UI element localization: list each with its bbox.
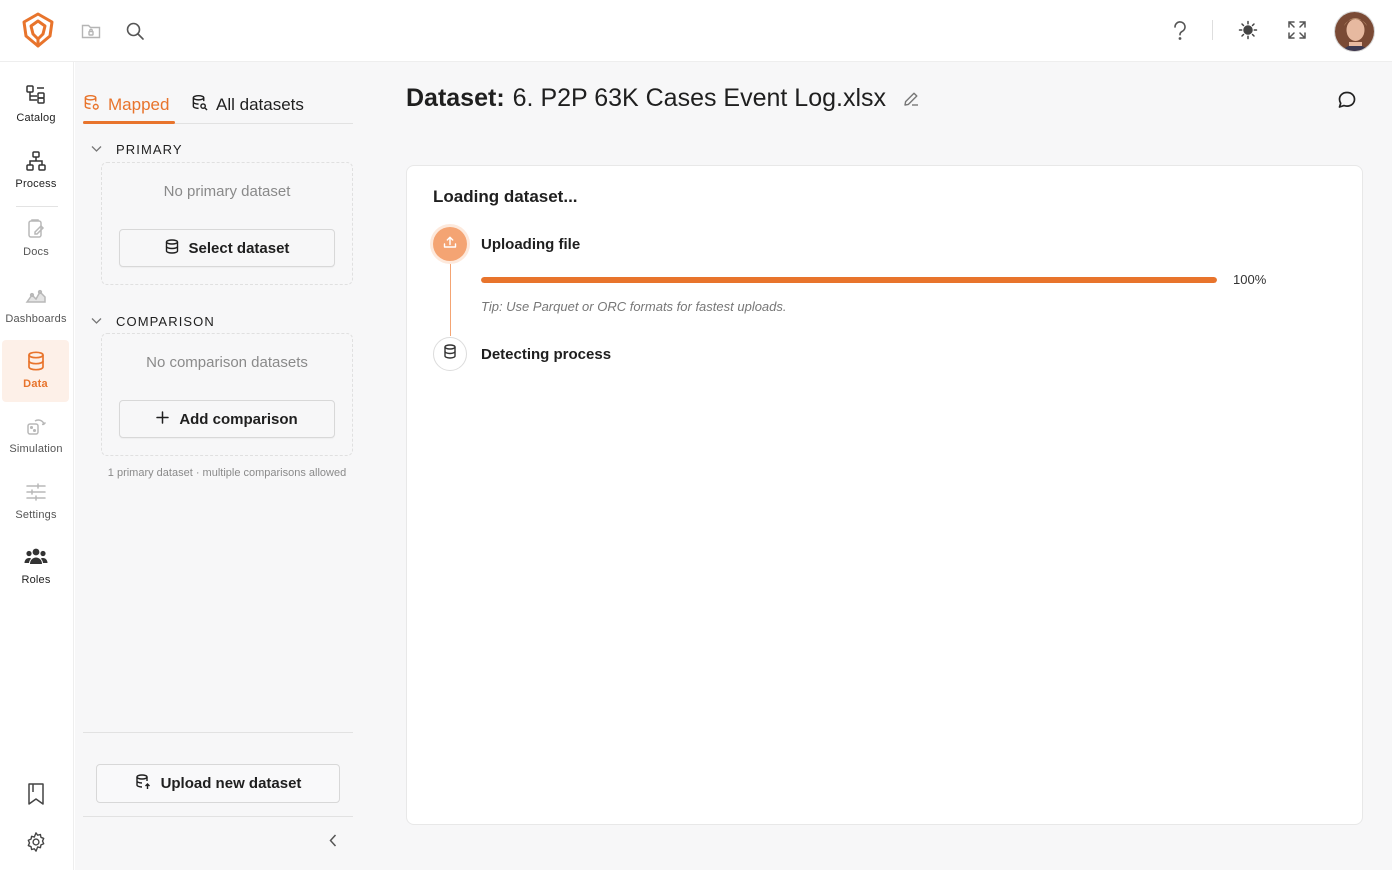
database-icon: [165, 238, 179, 258]
loading-title: Loading dataset...: [433, 187, 578, 206]
rail-label-process: Process: [15, 178, 57, 190]
rail-item-catalog[interactable]: Catalog: [0, 74, 72, 136]
chevron-down-icon: [91, 140, 102, 158]
upload-dataset-button[interactable]: Upload new dataset: [96, 764, 340, 803]
dataset-name: 6. P2P 63K Cases Event Log.xlsx: [512, 84, 887, 112]
bookmark-icon[interactable]: [0, 777, 72, 811]
comparison-section-toggle[interactable]: COMPARISON: [91, 312, 215, 330]
process-icon: [23, 148, 49, 174]
topbar-divider: [1212, 20, 1213, 40]
dataset-search-icon: [191, 94, 208, 116]
comparison-empty-text: No comparison datasets: [146, 354, 308, 371]
mapped-dataset-icon: [83, 94, 100, 116]
select-dataset-label: Select dataset: [188, 239, 290, 257]
rail-label-catalog: Catalog: [16, 112, 56, 124]
comparison-drop-zone: No comparison datasets Add comparison: [101, 333, 353, 456]
dataset-tabs: Mapped All datasets: [83, 86, 353, 124]
database-icon: [23, 348, 49, 374]
upload-dataset-label: Upload new dataset: [160, 775, 302, 792]
docs-icon: [23, 216, 49, 242]
rail-label-docs: Docs: [23, 246, 49, 258]
top-bar: [0, 0, 1392, 62]
chevron-down-icon: [91, 312, 102, 330]
chevron-left-icon: [329, 834, 337, 852]
database-icon: [443, 344, 457, 364]
rail-item-dashboards[interactable]: Dashboards: [0, 275, 72, 337]
left-rail: Catalog Process Docs Dashboards Data Sim…: [0, 62, 74, 870]
user-avatar[interactable]: [1334, 11, 1375, 52]
database-upload-icon: [135, 773, 151, 794]
upload-step-title: Uploading file: [481, 236, 581, 253]
title-label: Dataset:: [406, 84, 505, 112]
sliders-icon: [23, 479, 49, 505]
rail-item-data[interactable]: Data: [2, 340, 69, 402]
fullscreen-icon[interactable]: [1283, 16, 1311, 44]
rail-item-roles[interactable]: Roles: [0, 536, 72, 598]
page-title: Dataset: 6. P2P 63K Cases Event Log.xlsx: [406, 84, 922, 113]
catalog-icon: [23, 82, 49, 108]
upload-step-indicator: [433, 227, 467, 261]
primary-drop-zone: No primary dataset Select dataset: [101, 162, 353, 285]
loading-card: Loading dataset... Uploading file 100% T…: [406, 165, 1363, 825]
tab-all-datasets-label: All datasets: [216, 95, 304, 114]
comparison-heading: COMPARISON: [116, 313, 215, 329]
primary-section-toggle[interactable]: PRIMARY: [91, 140, 183, 158]
comment-icon[interactable]: [1334, 87, 1360, 113]
step-connector: [450, 264, 451, 336]
help-icon[interactable]: [1166, 17, 1194, 45]
rail-label-dashboards: Dashboards: [5, 313, 67, 325]
rail-item-process[interactable]: Process: [0, 140, 72, 202]
upload-icon: [443, 235, 457, 254]
primary-heading: PRIMARY: [116, 141, 183, 157]
rail-item-docs[interactable]: Docs: [0, 208, 72, 270]
upload-progress-fill: [481, 277, 1217, 283]
rail-item-settings[interactable]: Settings: [0, 471, 72, 533]
tab-all-datasets[interactable]: All datasets: [191, 90, 304, 120]
edit-pencil-icon[interactable]: [900, 88, 922, 110]
gear-icon[interactable]: [0, 825, 72, 859]
add-comparison-button[interactable]: Add comparison: [119, 400, 335, 438]
rail-divider: [16, 206, 58, 207]
dataset-hint: 1 primary dataset · multiple comparisons…: [107, 467, 347, 479]
dashboards-icon: [23, 283, 49, 309]
upload-tip: Tip: Use Parquet or ORC formats for fast…: [481, 299, 787, 314]
detect-step-indicator: [433, 337, 467, 371]
rail-label-settings: Settings: [15, 509, 57, 521]
primary-empty-text: No primary dataset: [163, 183, 291, 200]
sun-icon[interactable]: [1234, 16, 1262, 44]
plus-icon: [156, 410, 170, 428]
select-dataset-button[interactable]: Select dataset: [119, 229, 335, 267]
rail-label-data: Data: [23, 378, 48, 390]
panel-divider: [83, 732, 353, 733]
search-icon[interactable]: [121, 17, 149, 45]
folder-lock-icon[interactable]: [78, 18, 104, 44]
simulation-icon: [23, 413, 49, 439]
main-content: Dataset: 6. P2P 63K Cases Event Log.xlsx…: [368, 62, 1392, 870]
tab-mapped-label: Mapped: [108, 95, 170, 114]
rail-label-simulation: Simulation: [9, 443, 63, 455]
logo-icon[interactable]: [18, 10, 58, 50]
add-comparison-label: Add comparison: [179, 410, 298, 428]
app-window: Catalog Process Docs Dashboards Data Sim…: [0, 0, 1392, 870]
users-icon: [23, 544, 49, 570]
active-tab-indicator: [83, 121, 175, 124]
collapse-panel-button[interactable]: [323, 832, 343, 854]
rail-label-roles: Roles: [21, 574, 51, 586]
tab-mapped[interactable]: Mapped: [83, 90, 169, 120]
detect-step-title: Detecting process: [481, 346, 612, 363]
upload-progress-percent: 100%: [1233, 272, 1267, 287]
panel-divider-bottom: [83, 816, 353, 817]
rail-item-simulation[interactable]: Simulation: [0, 405, 72, 467]
upload-progress-bar: [481, 277, 1217, 283]
dataset-panel: Mapped All datasets PRIMARY No primary d…: [75, 62, 368, 870]
